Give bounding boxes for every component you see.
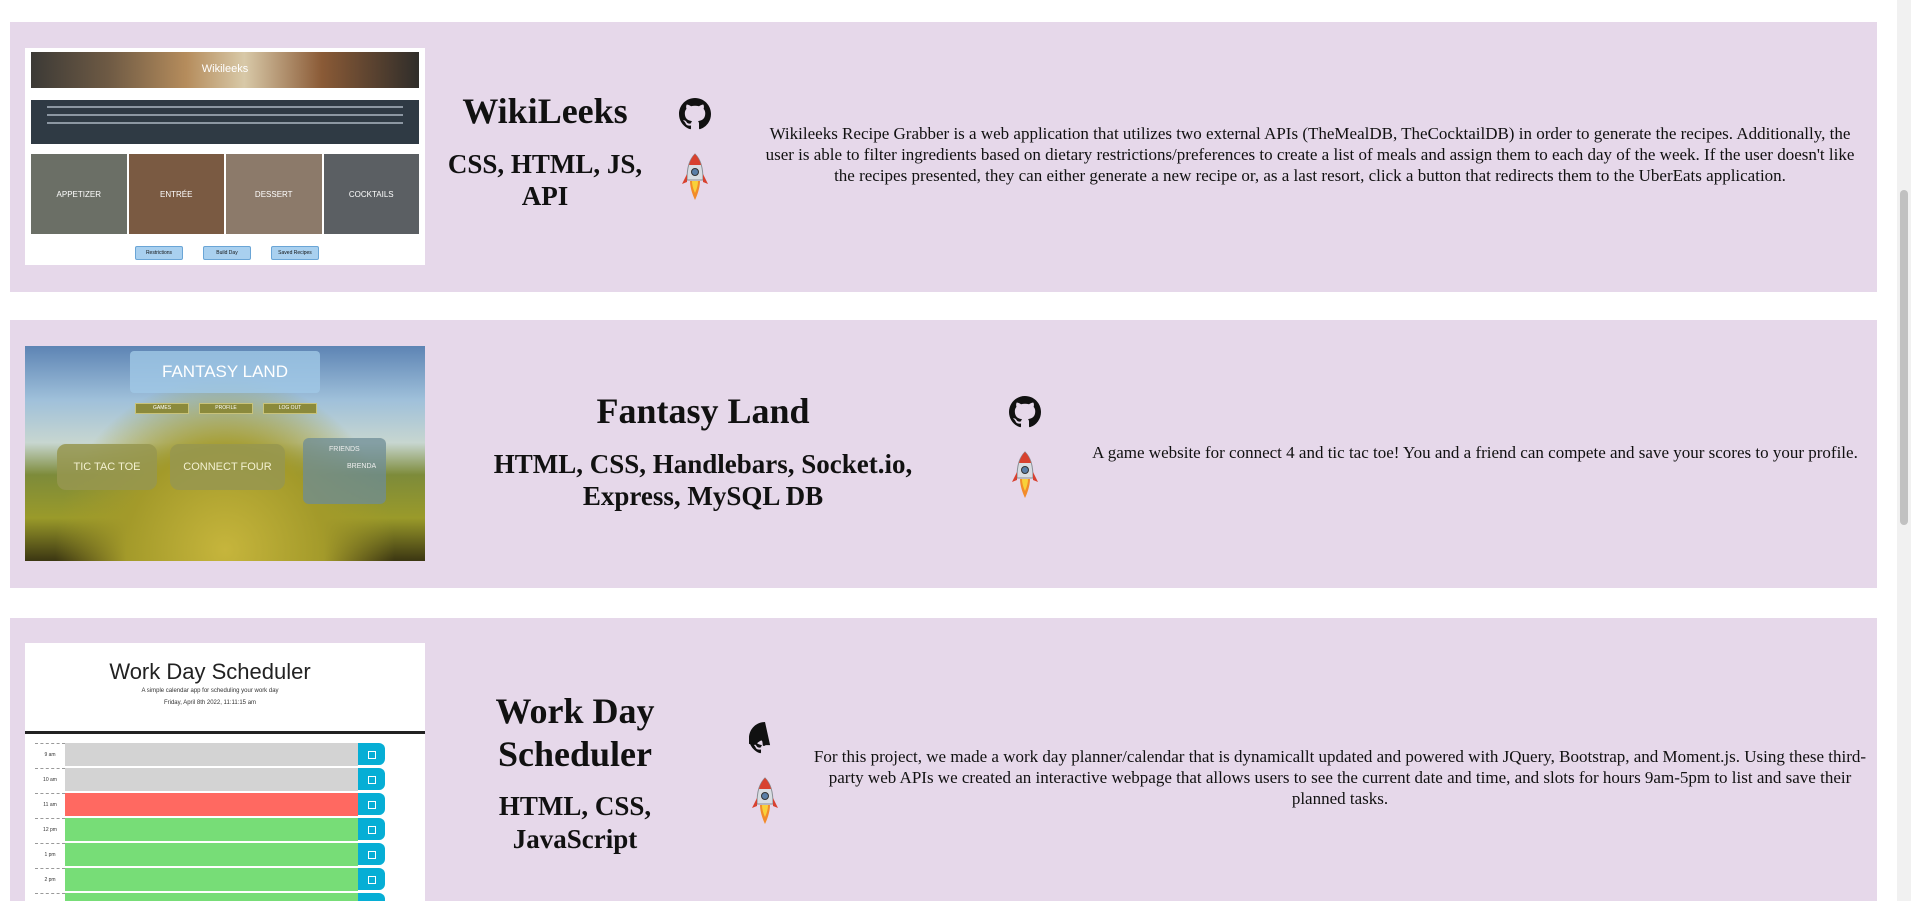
- fantasy-land-screenshot[interactable]: FANTASY LAND GAMES PROFILE LOG OUT TIC T…: [25, 346, 425, 561]
- project-title: Fantasy Land: [596, 391, 810, 431]
- save-icon: [368, 826, 376, 834]
- time-block-slot: [65, 893, 358, 901]
- save-icon: [368, 776, 376, 784]
- save-button: [358, 768, 385, 790]
- time-block-row: 10 am: [35, 768, 395, 792]
- work-day-scheduler-screenshot[interactable]: Work Day Scheduler A simple calendar app…: [25, 643, 425, 901]
- screenshot-nav-item: GAMES: [135, 403, 189, 414]
- time-block-hour: 11 am: [35, 793, 65, 817]
- screenshot-friends: FRIENDS BRENDA: [303, 438, 386, 504]
- save-button: [358, 818, 385, 840]
- screenshot-tile: ENTRÉE: [128, 154, 224, 234]
- deploy-link[interactable]: [680, 152, 710, 204]
- rocket-icon: [1012, 451, 1038, 498]
- screenshot-title: Work Day Scheduler: [109, 659, 311, 684]
- screenshot-tile: APPETIZER: [31, 154, 127, 234]
- project-tech: HTML, CSS, JavaScript: [498, 791, 652, 854]
- project-description: A game website for connect 4 and tic tac…: [1092, 443, 1858, 462]
- project-card-wikileeks: Wikileeks APPETIZER ENTRÉE DESSERT COCKT…: [10, 22, 1877, 292]
- time-block-hour: 10 am: [35, 768, 65, 792]
- github-icon: [679, 98, 711, 130]
- save-button: [358, 743, 385, 765]
- time-block-row: 3 pm: [35, 893, 395, 901]
- save-button: [358, 793, 385, 815]
- screenshot-game-button: CONNECT FOUR: [170, 444, 285, 490]
- github-icon: [1009, 396, 1041, 428]
- time-block-row: 9 am: [35, 743, 395, 767]
- time-block-row: 12 pm: [35, 818, 395, 842]
- time-block-slot: [65, 768, 358, 792]
- github-link[interactable]: [746, 722, 781, 754]
- time-block-slot: [65, 868, 358, 892]
- save-icon: [368, 851, 376, 859]
- time-block-hour: 9 am: [35, 743, 65, 767]
- project-title: Work Day Scheduler: [495, 691, 655, 774]
- screenshot-banner: Wikileeks: [31, 52, 419, 88]
- save-icon: [368, 876, 376, 884]
- rocket-icon: [752, 777, 778, 824]
- screenshot-subtitle: A simple calendar app for scheduling you…: [141, 688, 279, 694]
- project-links: [679, 98, 711, 204]
- save-icon: [368, 751, 376, 759]
- screenshot-date: Friday, April 8th 2022, 11:11:15 am: [163, 700, 257, 706]
- screenshot-banner-title: Wikileeks: [201, 63, 249, 75]
- deploy-link[interactable]: [1010, 450, 1040, 502]
- project-card-fantasy-land: FANTASY LAND GAMES PROFILE LOG OUT TIC T…: [10, 320, 1877, 588]
- time-block-hour: 1 pm: [35, 843, 65, 867]
- scrollbar-thumb[interactable]: [1900, 190, 1908, 525]
- time-block-hour: 12 pm: [35, 818, 65, 842]
- screenshot-button: Restrictions: [135, 246, 183, 260]
- screenshot-friends-item: BRENDA: [347, 463, 377, 470]
- time-block-slot: [65, 793, 358, 817]
- screenshot-tile: DESSERT: [226, 154, 322, 234]
- time-block-hour: 2 pm: [35, 868, 65, 892]
- deploy-link[interactable]: [750, 776, 780, 828]
- screenshot-buttons: Restrictions Build Day Saved Recipes: [135, 246, 319, 260]
- project-info: Work Day Scheduler HTML, CSS, JavaScript: [450, 690, 700, 856]
- screenshot-intro-bar: [31, 100, 419, 144]
- screenshot-tiles: APPETIZER ENTRÉE DESSERT COCKTAILS: [31, 154, 419, 234]
- project-description: Wikileeks Recipe Grabber is a web applic…: [765, 124, 1855, 185]
- time-block-slot: [65, 818, 358, 842]
- time-block-row: 2 pm: [35, 868, 395, 892]
- save-button: [358, 843, 385, 865]
- project-description: For this project, we made a work day pla…: [813, 747, 1867, 808]
- page-scrollbar[interactable]: [1897, 0, 1911, 901]
- time-block-row: 11 am: [35, 793, 395, 817]
- time-block-slot: [65, 843, 358, 867]
- save-button: [358, 868, 385, 890]
- project-tech: CSS, HTML, JS, API: [447, 149, 643, 211]
- screenshot-sign: FANTASY LAND: [130, 351, 320, 393]
- save-icon: [368, 801, 376, 809]
- wikileeks-screenshot[interactable]: Wikileeks APPETIZER ENTRÉE DESSERT COCKT…: [25, 48, 425, 265]
- project-info: Fantasy Land HTML, CSS, Handlebars, Sock…: [453, 390, 953, 512]
- time-block-slot: [65, 743, 358, 767]
- time-block-hour: 3 pm: [35, 893, 65, 901]
- time-block-row: 1 pm: [35, 843, 395, 867]
- rocket-icon: [682, 153, 708, 200]
- screenshot-button: Saved Recipes: [271, 246, 319, 260]
- project-title: WikiLeeks: [462, 91, 628, 131]
- github-link[interactable]: [679, 98, 711, 130]
- screenshot-nav-item: LOG OUT: [263, 403, 317, 414]
- screenshot-game-button: TIC TAC TOE: [57, 444, 157, 490]
- screenshot-nav-item: PROFILE: [199, 403, 253, 414]
- screenshot-friends-title: FRIENDS: [329, 446, 360, 453]
- project-links: [1009, 396, 1041, 502]
- save-button: [358, 893, 385, 901]
- screenshot-tile: COCKTAILS: [323, 154, 419, 234]
- github-icon: [746, 722, 771, 754]
- screenshot-nav: GAMES PROFILE LOG OUT: [135, 403, 317, 414]
- project-tech: HTML, CSS, Handlebars, Socket.io, Expres…: [493, 449, 913, 511]
- project-card-work-day-scheduler: Work Day Scheduler A simple calendar app…: [10, 618, 1877, 901]
- project-info: WikiLeeks CSS, HTML, JS, API: [435, 90, 655, 212]
- screenshot-divider: [25, 731, 425, 734]
- github-link[interactable]: [1009, 396, 1041, 428]
- screenshot-button: Build Day: [203, 246, 251, 260]
- project-links: [746, 722, 781, 828]
